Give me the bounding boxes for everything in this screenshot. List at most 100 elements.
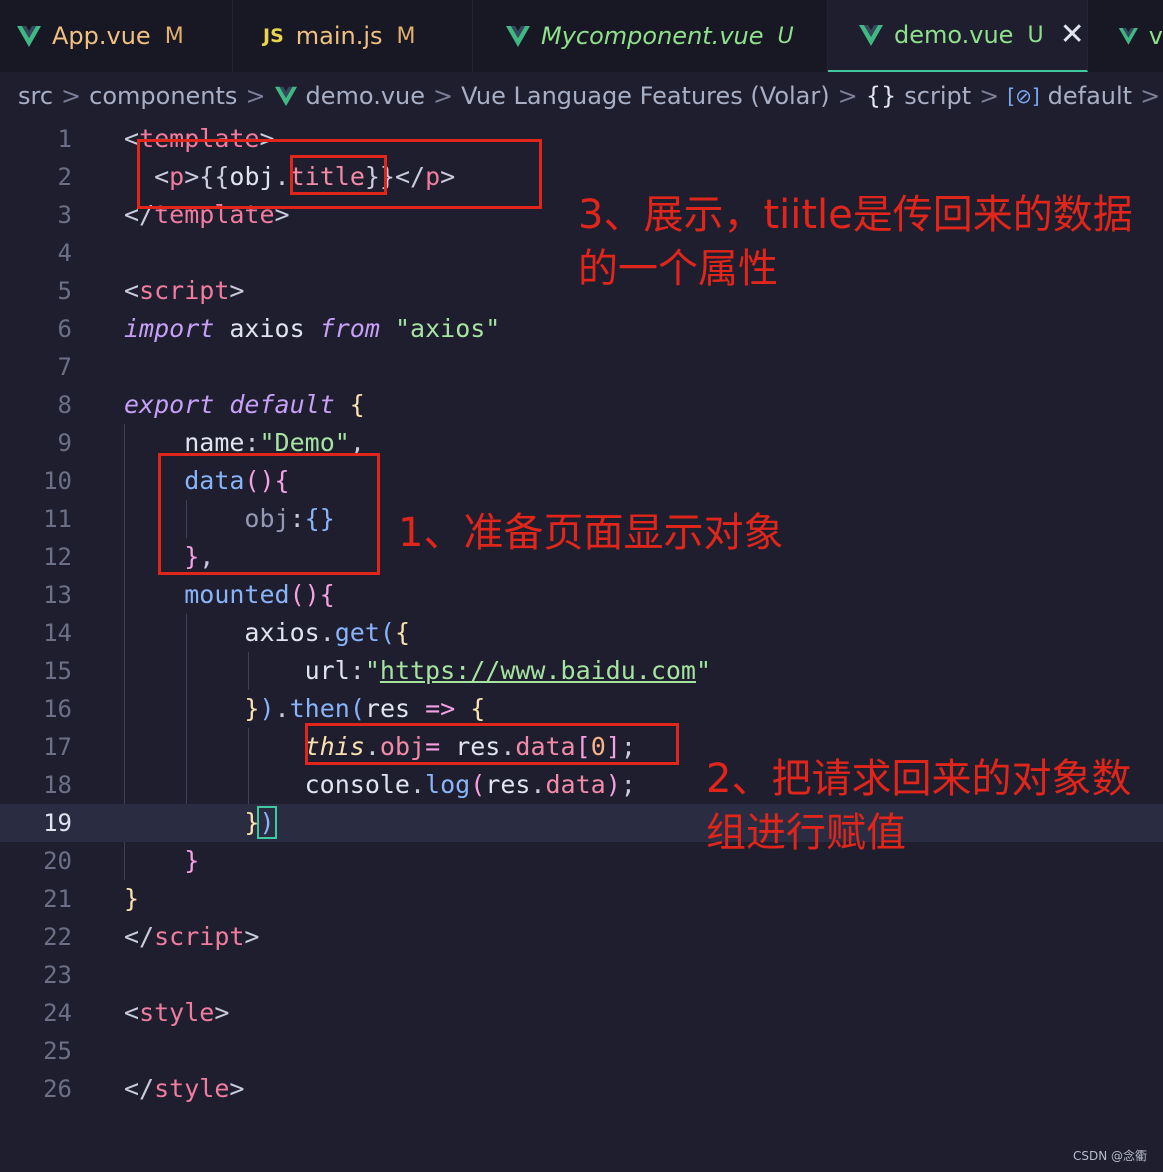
line-number: 3: [57, 201, 72, 229]
code-text: }): [244, 806, 277, 839]
vue-icon: [17, 26, 41, 47]
code-line[interactable]: 21}: [0, 880, 1163, 918]
line-number: 22: [43, 923, 72, 951]
breadcrumb-volar[interactable]: Vue Language Features (Volar): [461, 82, 830, 110]
line-number: 8: [57, 391, 72, 419]
variable-icon: [⊘]: [1007, 84, 1040, 108]
breadcrumb-default[interactable]: [⊘] default: [1007, 82, 1132, 110]
code-line[interactable]: 15 url:"https://www.baidu.com": [0, 652, 1163, 690]
code-text: }: [124, 884, 140, 913]
line-number: 19: [43, 809, 72, 837]
chevron-right-icon: >: [979, 82, 1000, 110]
chevron-right-icon: >: [245, 82, 266, 110]
line-number: 16: [43, 695, 72, 723]
line-number: 24: [43, 999, 72, 1027]
annotation-step2: 2、把请求回来的对象数 组进行赋值: [706, 752, 1131, 860]
code-text: import axios from "axios": [124, 314, 501, 343]
annotation-text: 组进行赋值: [706, 810, 906, 856]
line-number: 13: [43, 581, 72, 609]
line-number: 7: [57, 353, 72, 381]
tab-demo-vue[interactable]: demo.vue U ✕: [828, 0, 1088, 72]
line-number: 15: [43, 657, 72, 685]
code-text: url:"https://www.baidu.com": [304, 656, 712, 685]
tab-mycomponent-vue[interactable]: Mycomponent.vue U: [473, 0, 828, 72]
code-line[interactable]: 23: [0, 956, 1163, 994]
code-text: <script>: [124, 276, 245, 305]
annotation-step1: 1、准备页面显示对象: [398, 506, 783, 560]
code-line[interactable]: 25: [0, 1032, 1163, 1070]
code-text: export default {: [124, 390, 365, 419]
tab-label: v: [1148, 22, 1163, 50]
code-text: axios.get({: [244, 618, 411, 647]
line-number: 1: [57, 125, 72, 153]
highlight-box-data: [158, 453, 380, 575]
line-number: 4: [57, 239, 72, 267]
chevron-right-icon: >: [837, 82, 858, 110]
code-line[interactable]: 26 </style>: [0, 1070, 1163, 1108]
annotation-text: 1、准备页面显示对象: [398, 510, 784, 556]
line-number: 11: [43, 505, 72, 533]
code-text: }: [184, 846, 200, 875]
line-number: 5: [57, 277, 72, 305]
tab-label: demo.vue: [894, 21, 1014, 49]
line-number: 12: [43, 543, 72, 571]
line-number: 9: [57, 429, 72, 457]
line-number: 6: [57, 315, 72, 343]
breadcrumb-components[interactable]: components: [89, 82, 237, 110]
tab-label: App.vue: [52, 22, 151, 50]
annotation-text: 的一个属性: [578, 246, 778, 292]
vue-icon: [274, 86, 297, 107]
code-line[interactable]: 24 <style>: [0, 994, 1163, 1032]
code-text: </script>: [124, 922, 260, 951]
code-text: mounted(){: [184, 580, 335, 609]
vue-icon: [506, 26, 530, 47]
code-text: <style>: [124, 998, 230, 1027]
braces-icon: {}: [865, 82, 897, 110]
line-number: 26: [43, 1075, 72, 1103]
tab-label: Mycomponent.vue: [541, 22, 764, 50]
breadcrumb-demo-vue[interactable]: demo.vue: [274, 82, 425, 110]
tab-app-vue[interactable]: App.vue M: [0, 0, 233, 72]
annotation-text: 3、展示，tiitle是传回来的数据: [578, 192, 1133, 238]
code-line[interactable]: 13 mounted(){: [0, 576, 1163, 614]
tab-main-js[interactable]: JS main.js M: [233, 0, 473, 72]
line-number: 10: [43, 467, 72, 495]
annotation-text: 2、把请求回来的对象数: [706, 756, 1132, 802]
breadcrumb: src > components > demo.vue > Vue Langua…: [0, 72, 1163, 120]
code-line[interactable]: 22 </script>: [0, 918, 1163, 956]
line-number: 20: [43, 847, 72, 875]
watermark: CSDN @念衢: [1072, 1149, 1147, 1163]
js-icon: JS: [263, 25, 284, 47]
chevron-right-icon: >: [1140, 82, 1161, 110]
chevron-right-icon: >: [433, 82, 454, 110]
code-line[interactable]: 8 export default {: [0, 386, 1163, 424]
line-number: 25: [43, 1037, 72, 1065]
breadcrumb-script[interactable]: {} script: [866, 82, 971, 110]
line-number: 17: [43, 733, 72, 761]
modified-badge: M: [164, 23, 184, 49]
vue-icon: [859, 25, 883, 46]
code-line[interactable]: 14 axios.get({: [0, 614, 1163, 652]
untracked-badge: U: [1027, 22, 1044, 48]
line-number: 14: [43, 619, 72, 647]
line-number: 18: [43, 771, 72, 799]
line-number: 2: [57, 163, 72, 191]
breadcrumb-label: demo.vue: [305, 82, 425, 110]
code-line[interactable]: 6 import axios from "axios": [0, 310, 1163, 348]
highlight-box-title: [290, 155, 387, 195]
line-number: 21: [43, 885, 72, 913]
breadcrumb-label: script: [904, 82, 972, 110]
untracked-badge: U: [777, 23, 794, 49]
code-text: console.log(res.data);: [304, 770, 636, 799]
annotation-step3: 3、展示，tiitle是传回来的数据 的一个属性: [578, 188, 1133, 296]
code-line[interactable]: 7: [0, 348, 1163, 386]
tab-overflow[interactable]: v: [1088, 0, 1163, 72]
line-number: 23: [43, 961, 72, 989]
modified-badge: M: [396, 23, 416, 49]
tab-bar: App.vue M JS main.js M Mycomponent.vue U…: [0, 0, 1163, 72]
breadcrumb-src[interactable]: src: [18, 82, 53, 110]
code-text: </style>: [124, 1074, 245, 1103]
chevron-right-icon: >: [61, 82, 82, 110]
vue-icon: [1118, 28, 1138, 45]
close-icon[interactable]: ✕: [1060, 20, 1085, 50]
